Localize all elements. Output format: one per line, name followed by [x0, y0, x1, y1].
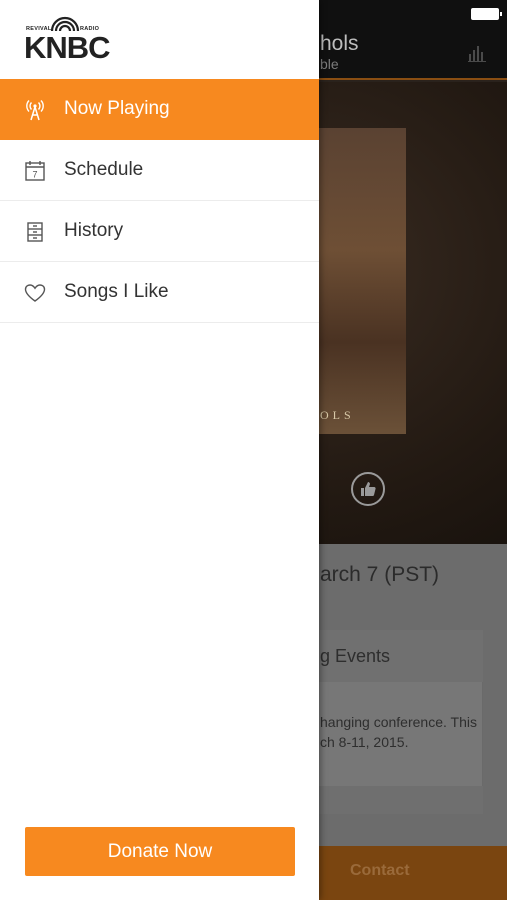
nav-label: History: [64, 220, 124, 241]
contact-button[interactable]: Contact: [350, 862, 410, 880]
calendar-day: 7: [32, 170, 37, 180]
radio-tower-icon: [26, 100, 44, 121]
header-title: hols: [320, 32, 359, 55]
nav-label: Schedule: [64, 159, 144, 180]
nav-item-songs-i-like[interactable]: Songs I Like: [0, 262, 319, 323]
header-subtitle: ble: [320, 56, 339, 72]
station-logo: REVIVAL RADIO KNBC: [24, 16, 111, 66]
logo-wordmark: KNBC: [24, 30, 111, 65]
equalizer-icon[interactable]: [468, 44, 486, 62]
side-drawer: REVIVAL RADIO KNBC Now Playing 7 Schedul…: [0, 0, 319, 900]
heart-icon: [24, 284, 46, 302]
events-card-text: hanging conference. This: [320, 714, 477, 730]
nav-label: Songs I Like: [64, 281, 169, 302]
schedule-date: arch 7 (PST): [320, 563, 440, 586]
nav-item-schedule[interactable]: 7 Schedule: [0, 140, 319, 201]
events-card-text: ch 8-11, 2015.: [320, 734, 409, 750]
nav-item-now-playing[interactable]: Now Playing: [0, 79, 319, 140]
events-card-footer: [300, 786, 483, 814]
donate-button[interactable]: Donate Now: [25, 827, 295, 876]
nav-label: Now Playing: [64, 98, 170, 119]
battery-icon: [471, 8, 502, 20]
thumbs-up-icon[interactable]: [351, 472, 385, 506]
events-card-title: g Events: [320, 646, 391, 666]
calendar-icon: 7: [25, 161, 45, 181]
cabinet-icon: [27, 222, 43, 242]
album-art-text: OLS: [320, 408, 355, 422]
nav-item-history[interactable]: History: [0, 201, 319, 262]
